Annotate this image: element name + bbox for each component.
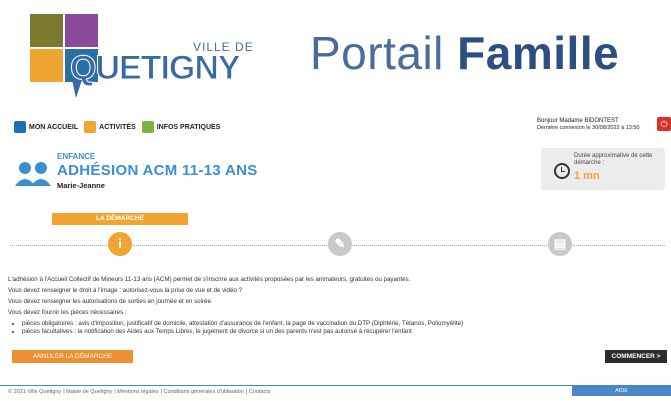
footer-link-mentions[interactable]: Mentions légales	[117, 389, 158, 395]
clock-icon	[554, 163, 570, 179]
child-name: Marie-Jeanne	[57, 181, 105, 190]
city-logo[interactable]: VILLE DE QUETIGNY	[30, 14, 270, 98]
help-button[interactable]: AIDE	[572, 386, 671, 396]
logo-swoosh-icon	[72, 80, 82, 98]
portal-title: Portail Famille	[310, 26, 619, 80]
cancel-button[interactable]: ANNULER LA DÉMARCHE	[12, 350, 133, 363]
description-paragraph: Vous devez renseigner les autorisations …	[8, 298, 213, 305]
logo-square	[65, 14, 98, 47]
logo-square	[30, 49, 63, 82]
power-icon: ⏻	[660, 119, 668, 129]
footer-link-contacts[interactable]: Contacts	[249, 389, 271, 395]
footer-link-mairie[interactable]: Mairie de Quetigny	[66, 389, 112, 395]
duration-value: 1 mn	[574, 170, 600, 182]
list-item: pièces obligatoires : avis d'imposition,…	[22, 320, 658, 328]
home-icon	[14, 121, 26, 133]
document-icon: ▤	[553, 236, 567, 251]
info-icon: i	[118, 236, 122, 251]
description: L'adhésion à l'Accueil Collectif de Mine…	[8, 276, 658, 336]
nav-item-label: INFOS PRATIQUES	[156, 123, 221, 131]
nav-item-infos[interactable]: INFOS PRATIQUES	[141, 121, 221, 133]
footer-copyright: © 2021 Ville Quetigny	[8, 389, 62, 395]
page-category: ENFANCE	[57, 152, 96, 161]
step-summary-button[interactable]: ▤	[548, 232, 572, 256]
logout-button[interactable]: ⏻	[657, 117, 671, 131]
description-paragraph: L'adhésion à l'Accueil Collectif de Mine…	[8, 276, 411, 283]
logo-city-name: QUETIGNY	[70, 49, 242, 88]
page-title: ADHÉSION ACM 11-13 ANS	[57, 162, 258, 179]
list-item: pièces facultatives : la notification de…	[22, 328, 658, 336]
footer-links: © 2021 Ville Quetigny | Mairie de Quetign…	[8, 389, 271, 395]
greeting-text: Bonjour Madame BIDONTEST	[537, 118, 619, 124]
duration-label: Durée approximative de cette démarche :	[574, 153, 653, 166]
pencil-icon: ✎	[334, 236, 346, 251]
step-form-button[interactable]: ✎	[328, 232, 352, 256]
nav-item-label: MON ACCUEIL	[29, 123, 79, 131]
description-paragraph: Vous devez fournir les pièces nécessaire…	[8, 309, 127, 316]
portal-title-word2: Famille	[457, 27, 620, 79]
info-icon	[141, 121, 154, 133]
main-nav: MON ACCUEIL ACTIVITÉS INFOS PRATIQUES	[14, 120, 220, 134]
nav-item-label: ACTIVITÉS	[99, 123, 136, 131]
nav-item-accueil[interactable]: MON ACCUEIL	[14, 121, 78, 133]
description-paragraph: Vous devez renseigner le droit à l'image…	[8, 287, 243, 294]
step-info-button[interactable]: i	[108, 232, 132, 256]
user-greeting: Bonjour Madame BIDONTEST Dernière connex…	[537, 118, 639, 132]
footer-link-cgu[interactable]: Conditions générales d'utilisation	[164, 389, 244, 395]
logo-square	[30, 14, 63, 47]
nav-item-activites[interactable]: ACTIVITÉS	[84, 121, 136, 133]
portal-title-word1: Portail	[310, 27, 444, 79]
last-login-text: Dernière connexion le 30/08/2022 à 13:50	[537, 125, 640, 131]
children-icon	[15, 162, 51, 186]
footer: © 2021 Ville Quetigny | Mairie de Quetign…	[0, 385, 671, 398]
documents-list: pièces obligatoires : avis d'imposition,…	[22, 320, 658, 336]
step-tab-demarche[interactable]: LA DÉMARCHE	[52, 213, 188, 225]
activities-icon	[84, 121, 97, 133]
start-button[interactable]: COMMENCER >	[605, 350, 667, 363]
duration-box: Durée approximative de cette démarche : …	[541, 148, 665, 190]
